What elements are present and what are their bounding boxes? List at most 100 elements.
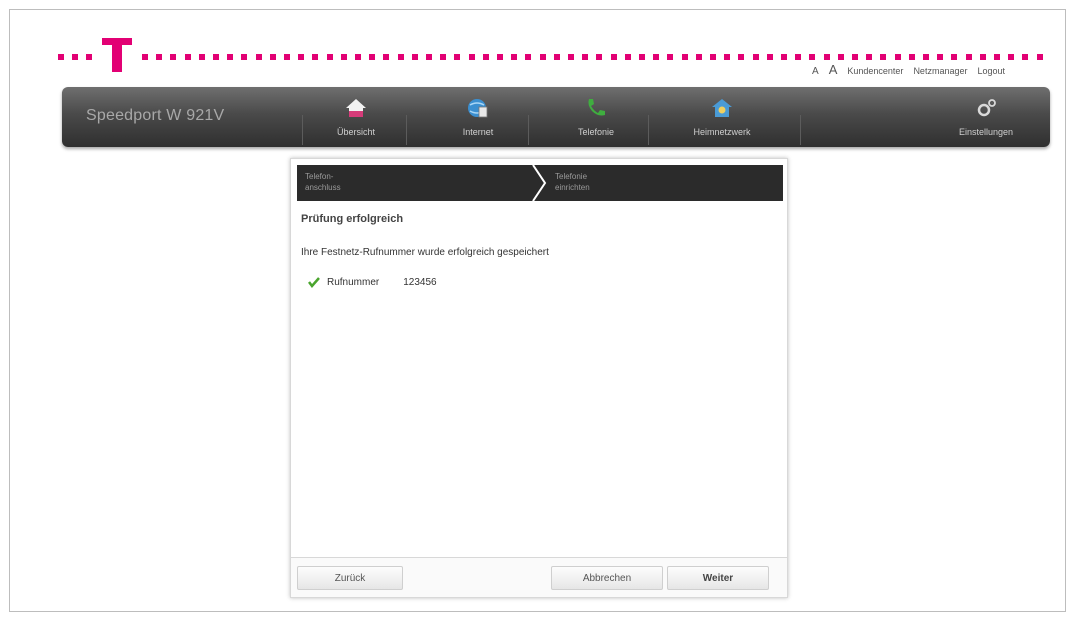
- brand-dot: [582, 54, 588, 60]
- brand-dot: [426, 54, 432, 60]
- nav-item-overview[interactable]: Übersicht: [308, 87, 404, 147]
- brand-dot: [185, 54, 191, 60]
- brand-dot: [724, 54, 730, 60]
- step-subtitle: anschluss: [305, 183, 341, 192]
- brand-dot: [58, 54, 64, 60]
- home-network-icon: [712, 99, 732, 117]
- checkmark-icon: [308, 277, 320, 288]
- font-size-large-button[interactable]: A: [829, 62, 838, 77]
- brand-dot: [639, 54, 645, 60]
- nav-separator: [648, 115, 649, 145]
- brand-dot: [383, 54, 389, 60]
- customer-center-link[interactable]: Kundencenter: [847, 66, 903, 76]
- brand-dot: [923, 54, 929, 60]
- brand-dot: [298, 54, 304, 60]
- brand-dot: [554, 54, 560, 60]
- next-button[interactable]: Weiter: [667, 566, 769, 590]
- nav-item-settings[interactable]: Einstellungen: [938, 87, 1034, 147]
- brand-dot: [398, 54, 404, 60]
- brand-dot: [909, 54, 915, 60]
- brand-dot: [611, 54, 617, 60]
- brand-dot: [86, 54, 92, 60]
- brand-dot: [355, 54, 361, 60]
- brand-dot: [653, 54, 659, 60]
- nav-item-telephony[interactable]: Telefonie: [548, 87, 644, 147]
- wizard-panel: Telefon- anschluss Telefonie einrichten …: [290, 158, 788, 598]
- brand-dot: [256, 54, 262, 60]
- cancel-button[interactable]: Abbrechen: [551, 566, 663, 590]
- brand-dot: [1022, 54, 1028, 60]
- nav-separator: [406, 115, 407, 145]
- brand-dot: [540, 54, 546, 60]
- nav-separator: [800, 115, 801, 145]
- nav-item-internet[interactable]: Internet: [430, 87, 526, 147]
- brand-dot: [312, 54, 318, 60]
- step-title: Telefonie: [555, 172, 588, 181]
- brand-dot: [199, 54, 205, 60]
- brand-dot: [781, 54, 787, 60]
- brand-dot: [682, 54, 688, 60]
- result-message: Ihre Festnetz-Rufnummer wurde erfolgreic…: [301, 247, 549, 258]
- brand-dot: [341, 54, 347, 60]
- product-name: Speedport W 921V: [86, 107, 225, 124]
- phone-number-value: 123456: [403, 276, 437, 288]
- wizard-step-2: Telefonie einrichten: [555, 165, 755, 201]
- brand-dot: [241, 54, 247, 60]
- nav-separator: [302, 115, 303, 145]
- brand-dot: [838, 54, 844, 60]
- telekom-t-logo: [102, 38, 132, 72]
- brand-dot: [284, 54, 290, 60]
- nav-item-label: Einstellungen: [958, 127, 1014, 137]
- brand-dot: [72, 54, 78, 60]
- nav-item-label: Internet: [462, 127, 494, 137]
- brand-dot: [1037, 54, 1043, 60]
- nav-item-label: Übersicht: [336, 127, 375, 137]
- wizard-step-1: Telefon- anschluss: [305, 165, 535, 201]
- brand-dot: [270, 54, 276, 60]
- brand-dot: [511, 54, 517, 60]
- brand-dot: [483, 54, 489, 60]
- step-subtitle: einrichten: [555, 183, 590, 192]
- brand-dot: [852, 54, 858, 60]
- settings-gear-icon: [977, 99, 996, 117]
- nav-item-home-network[interactable]: Heimnetzwerk: [674, 87, 770, 147]
- brand-dot: [596, 54, 602, 60]
- brand-dot: [809, 54, 815, 60]
- nav-item-label: Heimnetzwerk: [693, 127, 751, 137]
- brand-dot: [696, 54, 702, 60]
- internet-globe-icon: [468, 99, 488, 118]
- step-title: Telefon-: [305, 172, 334, 181]
- brand-dot: [440, 54, 446, 60]
- brand-dot: [156, 54, 162, 60]
- brand-dot: [213, 54, 219, 60]
- result-title: Prüfung erfolgreich: [301, 213, 404, 225]
- brand-dot: [795, 54, 801, 60]
- font-size-small-button[interactable]: A: [812, 66, 819, 77]
- brand-dot: [227, 54, 233, 60]
- brand-dot: [454, 54, 460, 60]
- logout-link[interactable]: Logout: [977, 66, 1005, 76]
- main-nav-bar: Speedport W 921V Übersicht Internet Tele…: [62, 87, 1050, 147]
- brand-dot: [497, 54, 503, 60]
- nav-item-label: Telefonie: [577, 127, 615, 137]
- brand-dot: [568, 54, 574, 60]
- brand-dot: [667, 54, 673, 60]
- brand-dot: [525, 54, 531, 60]
- brand-dot: [895, 54, 901, 60]
- wizard-footer: Zurück Abbrechen Weiter: [291, 557, 787, 597]
- brand-dot: [710, 54, 716, 60]
- brand-dot: [625, 54, 631, 60]
- network-manager-link[interactable]: Netzmanager: [913, 66, 967, 76]
- brand-dot: [951, 54, 957, 60]
- brand-dot: [469, 54, 475, 60]
- phone-number-label: Rufnummer: [327, 276, 380, 288]
- back-button[interactable]: Zurück: [297, 566, 403, 590]
- brand-dot: [327, 54, 333, 60]
- brand-dot: [738, 54, 744, 60]
- brand-dot: [170, 54, 176, 60]
- brand-dot: [142, 54, 148, 60]
- brand-dot: [937, 54, 943, 60]
- brand-dot: [824, 54, 830, 60]
- brand-dot: [767, 54, 773, 60]
- brand-dot: [412, 54, 418, 60]
